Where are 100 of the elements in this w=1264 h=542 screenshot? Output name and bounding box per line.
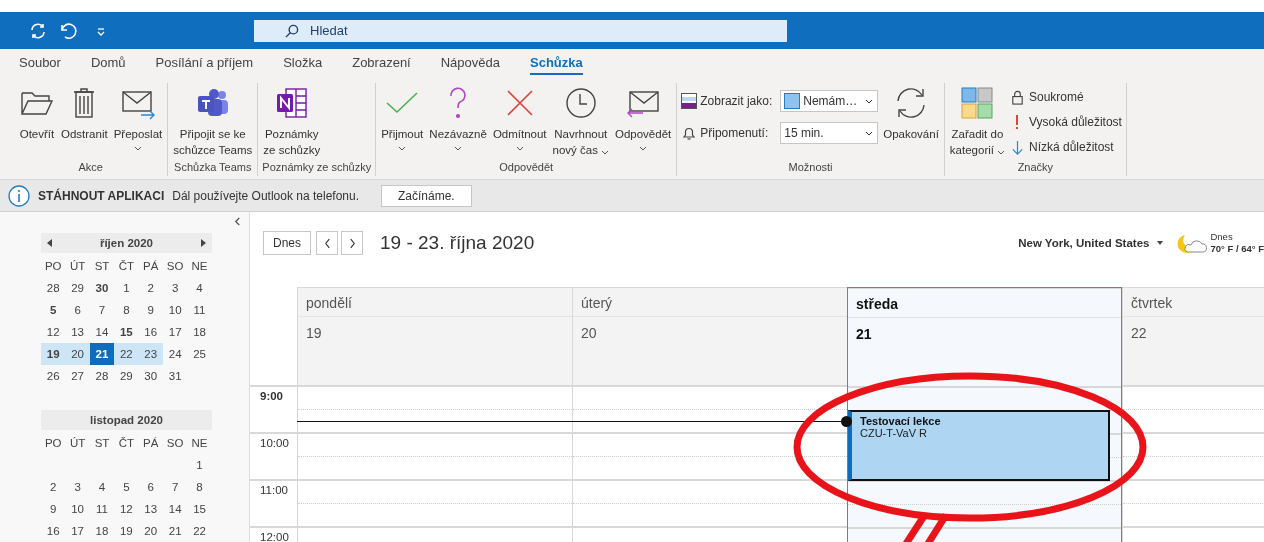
ribbon-tab[interactable]: Posílání a příjem bbox=[155, 51, 254, 75]
calendar-day[interactable]: 30 bbox=[89, 277, 115, 299]
calendar-day[interactable]: 29 bbox=[65, 277, 90, 299]
day-header[interactable]: středa bbox=[848, 288, 1121, 318]
ribbon-button[interactable]: Soukromé bbox=[1009, 87, 1122, 107]
ribbon-button[interactable]: Vysoká důležitost bbox=[1009, 112, 1122, 132]
ribbon-button[interactable]: Odstranit bbox=[60, 83, 109, 161]
calendar-day[interactable]: 11 bbox=[89, 498, 115, 520]
ribbon-tab[interactable]: Nápověda bbox=[440, 51, 500, 75]
calendar-day[interactable]: 25 bbox=[187, 343, 212, 365]
calendar-day[interactable]: 12 bbox=[114, 498, 139, 520]
calendar-day[interactable]: 16 bbox=[41, 520, 66, 542]
calendar-day[interactable]: 1 bbox=[114, 277, 139, 299]
calendar-day[interactable]: 18 bbox=[89, 520, 115, 542]
calendar-day[interactable]: 12 bbox=[41, 321, 66, 343]
event-block[interactable]: Testovací lekce CZU-T-VaV R bbox=[848, 410, 1110, 481]
ribbon-tab[interactable]: Zobrazení bbox=[352, 51, 411, 75]
ribbon-button[interactable]: Připojit se ke schůzce Teams bbox=[172, 83, 254, 161]
caret-icon bbox=[865, 130, 874, 136]
undo-icon[interactable] bbox=[58, 20, 78, 41]
calendar-day[interactable]: 23 bbox=[138, 343, 163, 365]
ribbon-tab[interactable]: Soubor bbox=[19, 51, 61, 75]
calendar-day[interactable]: 22 bbox=[187, 520, 212, 542]
calendar-day[interactable]: 18 bbox=[187, 321, 212, 343]
day-header[interactable]: pondělí bbox=[298, 287, 572, 317]
calendar-day[interactable]: 15 bbox=[187, 498, 212, 520]
calendar-day[interactable]: 26 bbox=[41, 365, 66, 387]
calendar-day[interactable]: 2 bbox=[41, 476, 66, 498]
ribbon-button[interactable]: Přijmout bbox=[380, 83, 425, 161]
ribbon-tab[interactable]: Složka bbox=[283, 51, 323, 75]
calendar-day[interactable]: 3 bbox=[65, 476, 90, 498]
calendar-day[interactable]: 28 bbox=[41, 277, 66, 299]
calendar-day[interactable]: 22 bbox=[114, 343, 139, 365]
calendar-day[interactable]: 1 bbox=[187, 454, 212, 476]
calendar-day[interactable]: 21 bbox=[89, 343, 115, 365]
calendar-day[interactable]: 19 bbox=[114, 520, 139, 542]
calendar-day[interactable]: 10 bbox=[65, 498, 90, 520]
ribbon-button[interactable]: Odpovědět bbox=[613, 83, 673, 161]
search-field[interactable]: Hledat bbox=[254, 19, 787, 42]
calendar-day[interactable]: 17 bbox=[65, 520, 90, 542]
calendar-day[interactable]: 13 bbox=[138, 498, 163, 520]
day-header[interactable]: úterý bbox=[573, 287, 847, 317]
dropdown-field[interactable]: 15 min. bbox=[780, 122, 879, 144]
next-button[interactable] bbox=[341, 231, 363, 255]
ribbon-button[interactable]: Navrhnout nový čas bbox=[551, 83, 610, 161]
calendar-day[interactable]: 30 bbox=[138, 365, 163, 387]
calendar-day[interactable]: 10 bbox=[162, 299, 188, 321]
calendar-day[interactable]: 2 bbox=[138, 277, 163, 299]
calendar-day[interactable]: 9 bbox=[138, 299, 163, 321]
caret-icon[interactable] bbox=[1157, 241, 1164, 245]
calendar-day[interactable]: 21 bbox=[162, 520, 188, 542]
calendar-day[interactable]: 20 bbox=[65, 343, 90, 365]
previous-month-icon[interactable] bbox=[47, 239, 53, 247]
calendar-day[interactable]: 16 bbox=[138, 321, 163, 343]
today-button[interactable]: Dnes bbox=[263, 231, 311, 255]
sync-icon[interactable] bbox=[28, 20, 48, 41]
calendar-day[interactable]: 11 bbox=[187, 299, 212, 321]
calendar-day[interactable]: 19 bbox=[41, 343, 66, 365]
calendar-day[interactable]: 9 bbox=[41, 498, 66, 520]
ribbon-button[interactable]: Nezávazně bbox=[428, 83, 488, 161]
ribbon-button[interactable]: Odmítnout bbox=[491, 83, 548, 161]
calendar-day[interactable]: 31 bbox=[162, 365, 188, 387]
calendar-day[interactable]: 24 bbox=[162, 343, 188, 365]
ribbon-tab[interactable]: Schůzka bbox=[530, 51, 583, 75]
calendar-day[interactable]: 3 bbox=[162, 277, 188, 299]
ribbon-button[interactable]: Zařadit do kategorií bbox=[948, 83, 1006, 161]
calendar-day[interactable]: 8 bbox=[187, 476, 212, 498]
location-selector[interactable]: New York, United States bbox=[1018, 237, 1150, 249]
day-header[interactable]: čtvrtek bbox=[1123, 287, 1264, 317]
calendar-day[interactable]: 17 bbox=[162, 321, 188, 343]
get-started-button[interactable]: Začínáme. bbox=[381, 184, 472, 207]
calendar-day[interactable]: 14 bbox=[89, 321, 115, 343]
ribbon-tab[interactable]: Domů bbox=[90, 51, 126, 75]
previous-button[interactable] bbox=[316, 231, 338, 255]
calendar-day[interactable]: 4 bbox=[89, 476, 115, 498]
calendar-day[interactable]: 4 bbox=[187, 277, 212, 299]
ribbon-button[interactable]: Otevřít bbox=[18, 83, 56, 161]
collapse-chevron-icon[interactable] bbox=[234, 217, 241, 226]
calendar-day[interactable]: 6 bbox=[138, 476, 163, 498]
calendar-day[interactable]: 8 bbox=[114, 299, 139, 321]
calendar-day[interactable]: 28 bbox=[89, 365, 115, 387]
calendar-day[interactable]: 7 bbox=[162, 476, 188, 498]
calendar-day[interactable]: 5 bbox=[41, 299, 66, 321]
ribbon-button[interactable]: Nízká důležitost bbox=[1009, 137, 1122, 157]
calendar-day[interactable]: 27 bbox=[65, 365, 90, 387]
calendar-day[interactable]: 13 bbox=[65, 321, 90, 343]
calendar-day[interactable]: 15 bbox=[114, 321, 139, 343]
ribbon-button[interactable]: Opakování bbox=[882, 83, 940, 161]
ribbon-button[interactable]: Poznámky ze schůzky bbox=[262, 83, 322, 161]
calendar-day[interactable]: 29 bbox=[114, 365, 139, 387]
calendar-day[interactable]: 7 bbox=[89, 299, 115, 321]
ribbon-button[interactable]: Přeposlat bbox=[112, 83, 164, 161]
calendar-day[interactable]: 5 bbox=[114, 476, 139, 498]
dropdown-field[interactable]: Nemám… bbox=[780, 90, 879, 112]
customize-dropdown-icon[interactable] bbox=[96, 25, 106, 36]
next-month-icon[interactable] bbox=[200, 239, 206, 247]
calendar-day[interactable]: 20 bbox=[138, 520, 163, 542]
chevron-left-icon bbox=[323, 237, 331, 249]
calendar-day[interactable]: 6 bbox=[65, 299, 90, 321]
calendar-day[interactable]: 14 bbox=[162, 498, 188, 520]
